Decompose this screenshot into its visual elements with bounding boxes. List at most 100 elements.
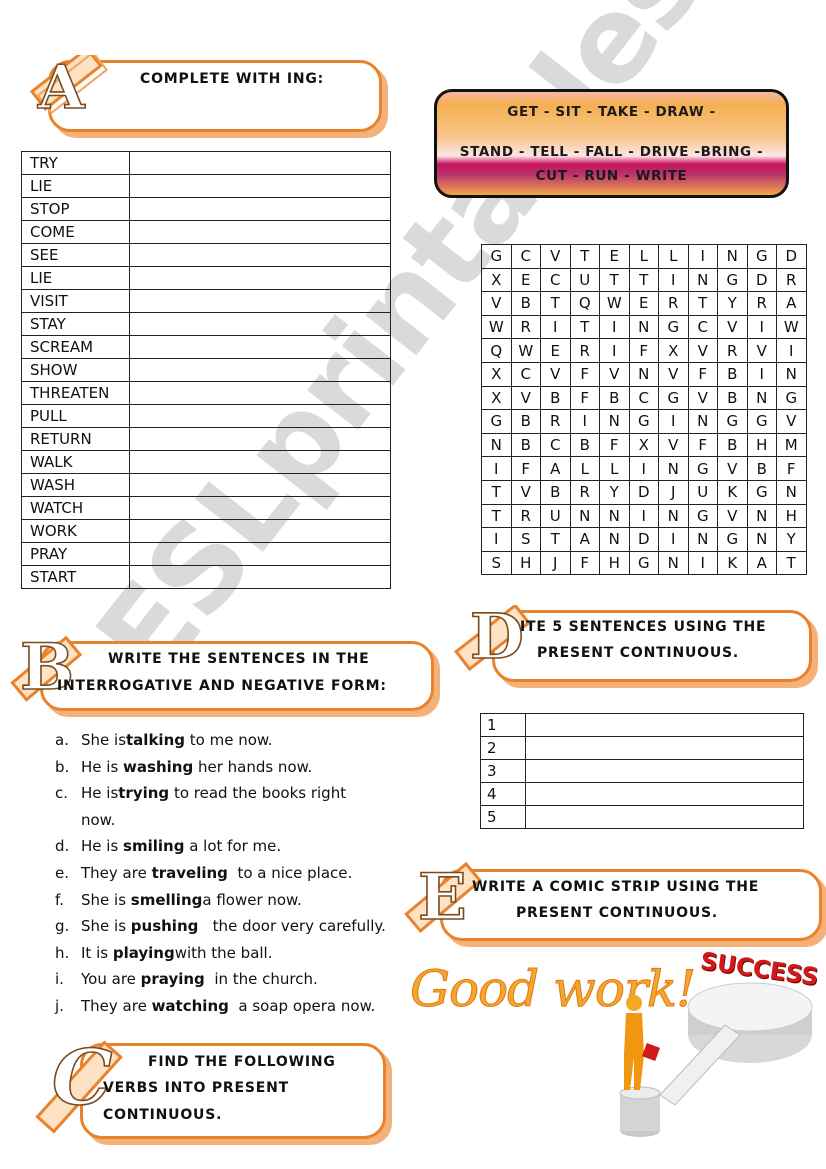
ing-answer-cell[interactable]	[129, 335, 391, 359]
word-search-cell[interactable]: D	[628, 479, 659, 505]
word-search-cell[interactable]: T	[540, 291, 571, 316]
word-search-cell[interactable]: F	[687, 361, 718, 387]
word-search-cell[interactable]: B	[569, 432, 600, 458]
word-search-cell[interactable]: G	[746, 244, 777, 269]
word-search-cell[interactable]: F	[776, 456, 807, 481]
word-search-cell[interactable]: V	[510, 385, 541, 411]
ing-answer-cell[interactable]	[129, 404, 391, 428]
word-search-cell[interactable]: R	[776, 267, 807, 293]
word-search-cell[interactable]: R	[658, 291, 689, 316]
word-search-cell[interactable]: C	[540, 267, 571, 293]
word-search-cell[interactable]: R	[569, 479, 600, 505]
word-search-cell[interactable]: A	[540, 456, 571, 481]
ing-answer-cell[interactable]	[129, 197, 391, 221]
word-search-cell[interactable]: I	[687, 244, 718, 269]
word-search-cell[interactable]: G	[746, 409, 777, 434]
sentence-answer-cell[interactable]	[525, 805, 804, 829]
word-search-cell[interactable]: Y	[717, 291, 748, 316]
word-search-cell[interactable]: U	[569, 267, 600, 293]
word-search-cell[interactable]: C	[540, 432, 571, 458]
word-search-cell[interactable]: N	[687, 527, 718, 552]
word-search-cell[interactable]: C	[628, 385, 659, 411]
word-search-cell[interactable]: R	[717, 338, 748, 363]
word-search-cell[interactable]: N	[628, 314, 659, 340]
word-search-cell[interactable]: H	[776, 503, 807, 529]
word-search-cell[interactable]: V	[540, 244, 571, 269]
word-search-cell[interactable]: L	[569, 456, 600, 481]
word-search-cell[interactable]: B	[540, 385, 571, 411]
word-search-cell[interactable]: Y	[599, 479, 630, 505]
word-search-cell[interactable]: E	[510, 267, 541, 293]
word-search-cell[interactable]: N	[776, 479, 807, 505]
word-search-cell[interactable]: V	[717, 503, 748, 529]
word-search-cell[interactable]: W	[599, 291, 630, 316]
word-search-cell[interactable]: I	[776, 338, 807, 363]
word-search-cell[interactable]: X	[658, 338, 689, 363]
word-search-cell[interactable]: G	[628, 409, 659, 434]
word-search-cell[interactable]: B	[540, 479, 571, 505]
ing-answer-cell[interactable]	[129, 565, 391, 589]
word-search-cell[interactable]: V	[717, 314, 748, 340]
word-search-cell[interactable]: W	[510, 338, 541, 363]
word-search-cell[interactable]: U	[687, 479, 718, 505]
word-search-cell[interactable]: C	[510, 244, 541, 269]
word-search-cell[interactable]: I	[658, 409, 689, 434]
ing-answer-cell[interactable]	[129, 427, 391, 451]
word-search-cell[interactable]: E	[599, 244, 630, 269]
word-search-cell[interactable]: J	[540, 550, 571, 576]
word-search-cell[interactable]: H	[746, 432, 777, 458]
word-search-cell[interactable]: D	[776, 244, 807, 269]
word-search-cell[interactable]: T	[569, 244, 600, 269]
sentence-answer-cell[interactable]	[525, 782, 804, 806]
word-search-cell[interactable]: N	[658, 550, 689, 576]
word-search-cell[interactable]: F	[599, 432, 630, 458]
word-search-cell[interactable]: F	[569, 550, 600, 576]
word-search-cell[interactable]: V	[746, 338, 777, 363]
word-search-cell[interactable]: Q	[481, 338, 512, 363]
ing-answer-cell[interactable]	[129, 174, 391, 198]
word-search-cell[interactable]: I	[628, 456, 659, 481]
word-search-cell[interactable]: H	[599, 550, 630, 576]
ing-answer-cell[interactable]	[129, 243, 391, 267]
word-search-cell[interactable]: L	[599, 456, 630, 481]
word-search-cell[interactable]: N	[746, 503, 777, 529]
word-search-cell[interactable]: V	[599, 361, 630, 387]
word-search-cell[interactable]: V	[540, 361, 571, 387]
word-search-cell[interactable]: D	[628, 527, 659, 552]
word-search-cell[interactable]: E	[628, 291, 659, 316]
word-search-cell[interactable]: F	[687, 432, 718, 458]
word-search-cell[interactable]: L	[658, 244, 689, 269]
word-search-cell[interactable]: V	[510, 479, 541, 505]
word-search-cell[interactable]: N	[569, 503, 600, 529]
word-search-cell[interactable]: W	[481, 314, 512, 340]
word-search-cell[interactable]: I	[658, 527, 689, 552]
word-search-cell[interactable]: Y	[776, 527, 807, 552]
word-search-cell[interactable]: G	[717, 409, 748, 434]
word-search-cell[interactable]: X	[481, 385, 512, 411]
word-search-cell[interactable]: T	[687, 291, 718, 316]
word-search-cell[interactable]: S	[481, 550, 512, 576]
word-search-cell[interactable]: A	[746, 550, 777, 576]
ing-answer-cell[interactable]	[129, 381, 391, 405]
word-search-cell[interactable]: G	[481, 244, 512, 269]
word-search-cell[interactable]: K	[717, 550, 748, 576]
word-search-cell[interactable]: F	[569, 385, 600, 411]
word-search-cell[interactable]: V	[687, 338, 718, 363]
word-search-cell[interactable]: R	[510, 503, 541, 529]
word-search-cell[interactable]: I	[540, 314, 571, 340]
word-search-cell[interactable]: W	[776, 314, 807, 340]
word-search-cell[interactable]: M	[776, 432, 807, 458]
word-search-cell[interactable]: J	[658, 479, 689, 505]
word-search-cell[interactable]: N	[746, 527, 777, 552]
word-search-cell[interactable]: T	[481, 503, 512, 529]
word-search-cell[interactable]: T	[540, 527, 571, 552]
word-search-cell[interactable]: T	[599, 267, 630, 293]
ing-answer-cell[interactable]	[129, 496, 391, 520]
word-search-cell[interactable]: G	[687, 456, 718, 481]
word-search-cell[interactable]: G	[717, 267, 748, 293]
word-search-cell[interactable]: N	[658, 503, 689, 529]
word-search-cell[interactable]: V	[481, 291, 512, 316]
word-search-cell[interactable]: T	[776, 550, 807, 576]
word-search-cell[interactable]: L	[628, 244, 659, 269]
word-search-cell[interactable]: X	[481, 361, 512, 387]
